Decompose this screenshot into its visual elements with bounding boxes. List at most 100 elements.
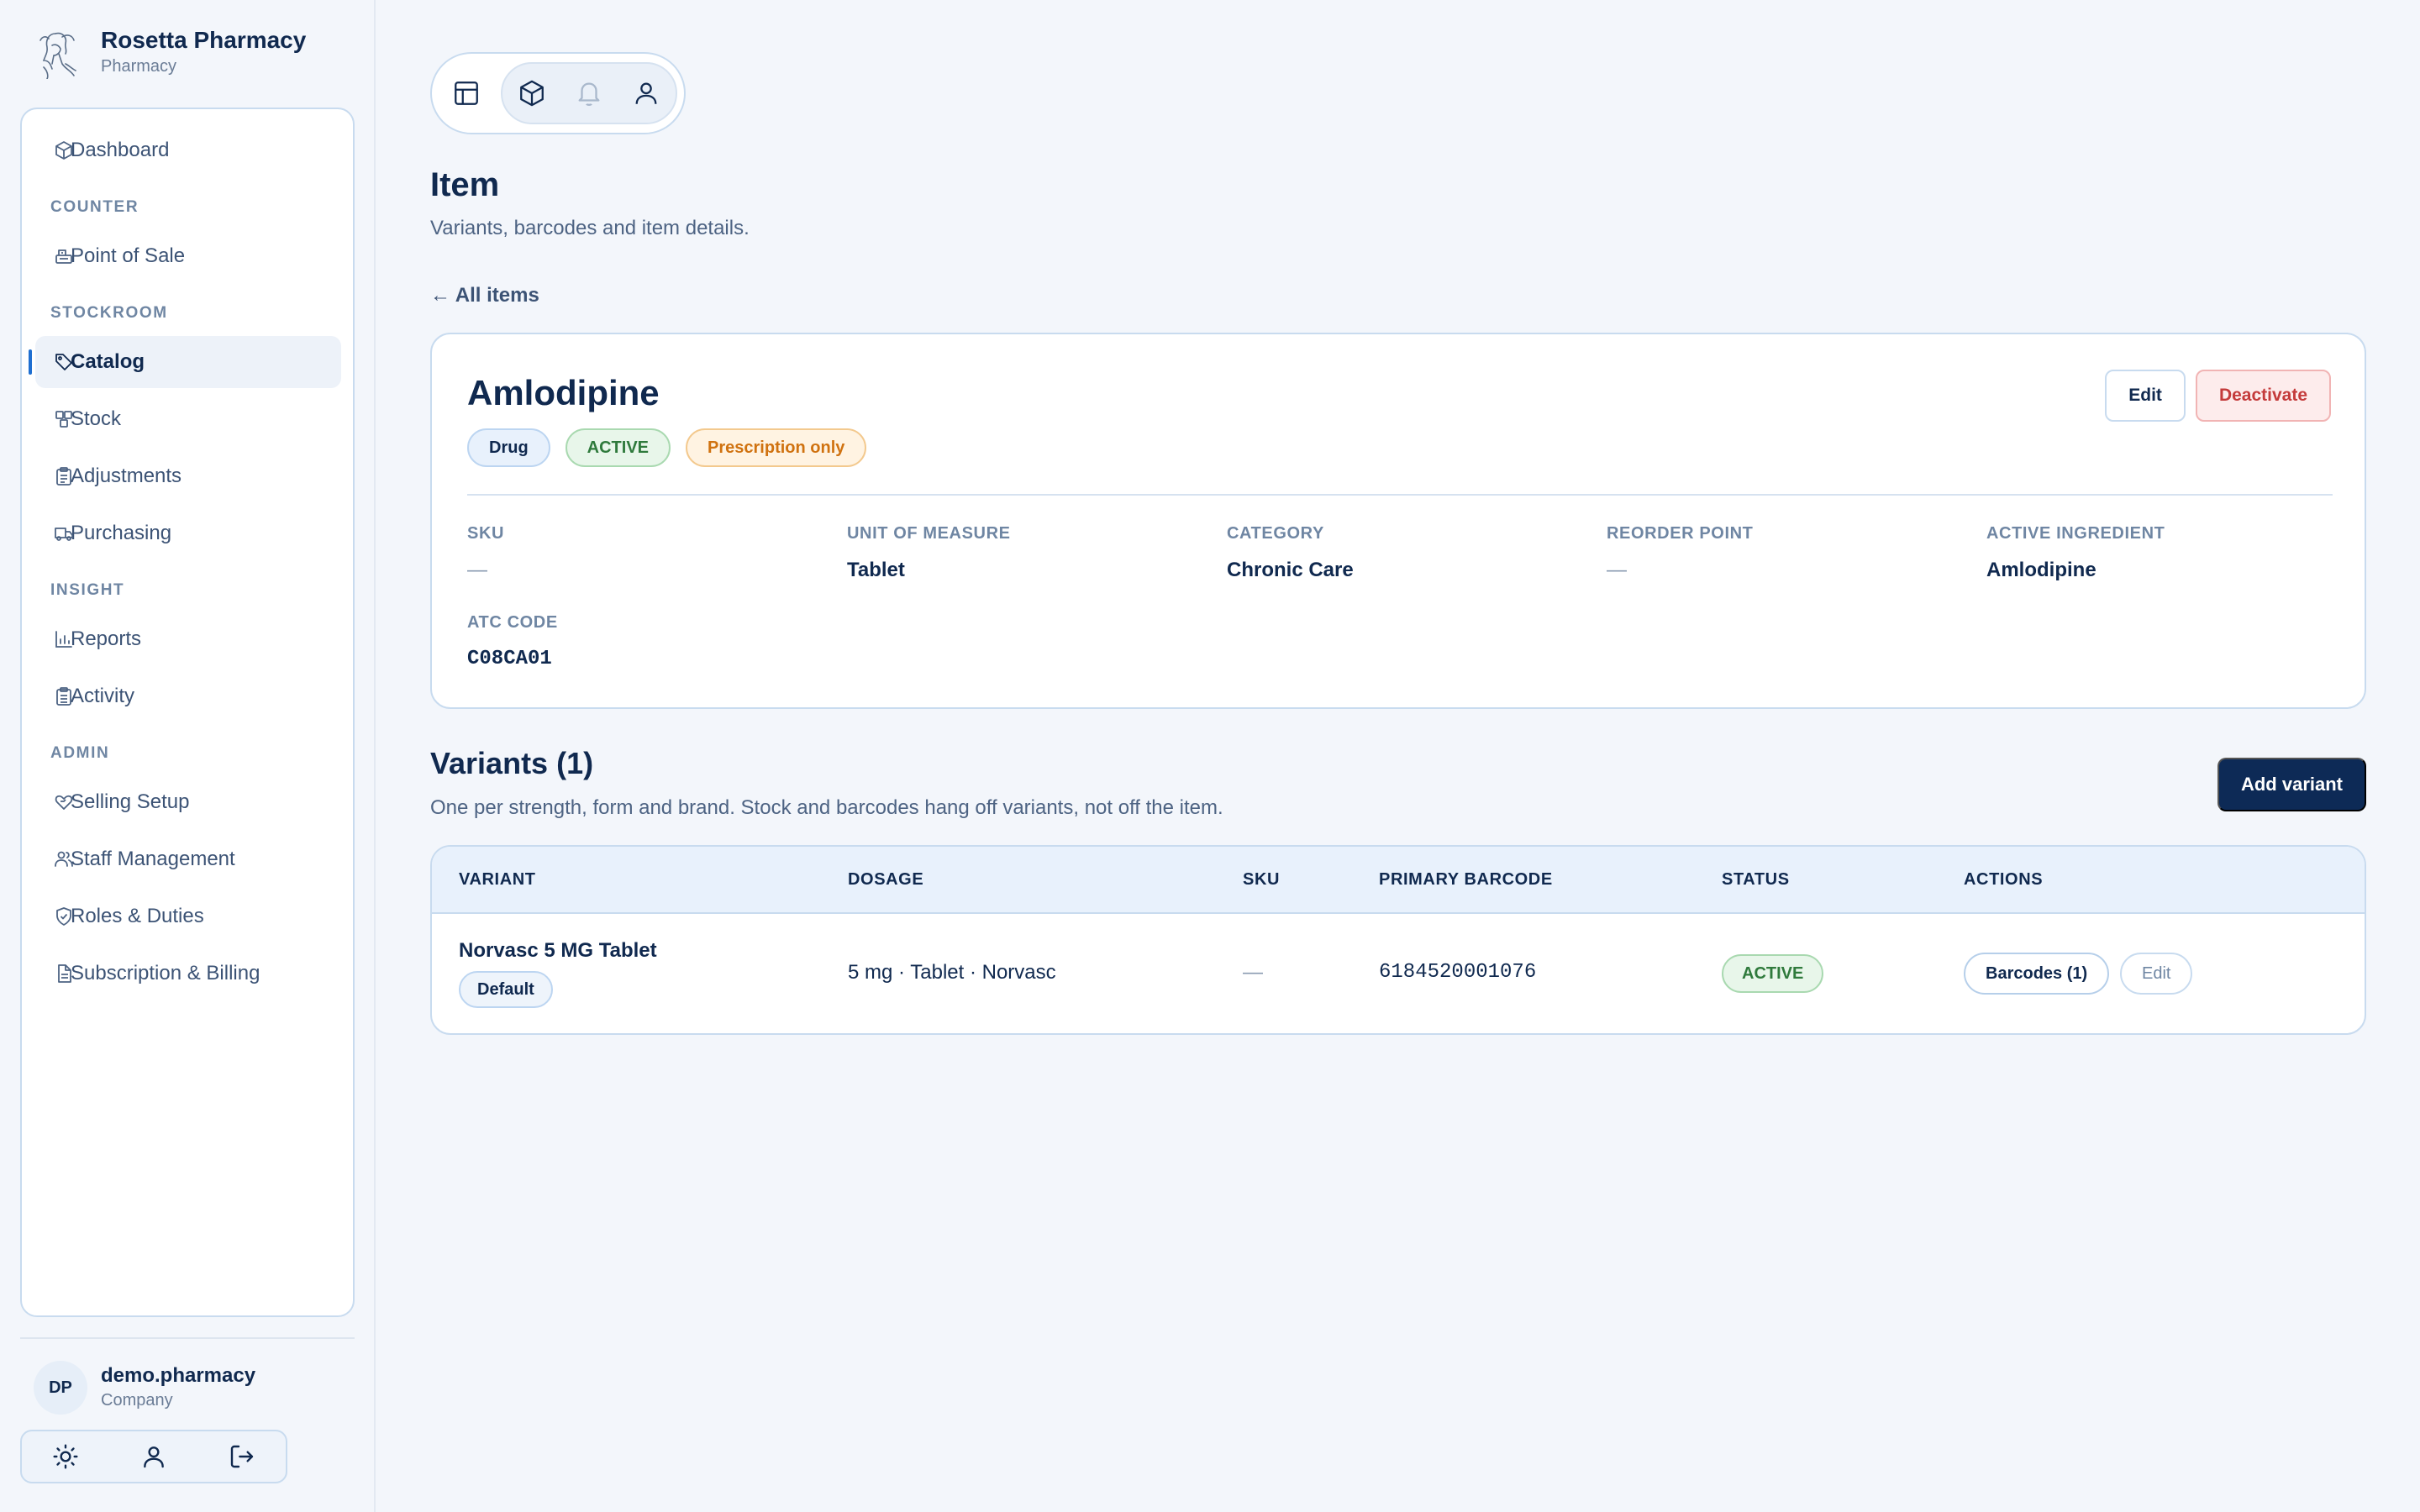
variant-name[interactable]: Norvasc 5 MG Tablet (459, 939, 657, 963)
sidebar-item-label: Activity (71, 685, 135, 707)
sidebar-item-label: Stock (71, 407, 122, 430)
variants-title: Variants (1) (430, 746, 594, 780)
users-icon (55, 851, 73, 867)
item-name: Amlodipine (467, 373, 660, 412)
column-variant: VARIANT (459, 870, 536, 889)
sidebar-item-reports[interactable]: Reports (35, 613, 341, 665)
sidebar-item-roles-duties[interactable]: Roles & Duties (35, 890, 341, 942)
section-counter: COUNTER (50, 198, 139, 216)
logout-button[interactable] (227, 1441, 257, 1472)
column-sku: SKU (1243, 870, 1281, 889)
variants-table: VARIANT DOSAGE SKU PRIMARY BARCODE STATU… (430, 845, 2366, 1035)
cube-icon (55, 141, 72, 160)
user-name: demo.pharmacy (101, 1364, 256, 1387)
page-subtitle: Variants, barcodes and item details. (430, 217, 750, 239)
sidebar-divider (20, 1337, 355, 1339)
variant-status-badge: ACTIVE (1722, 954, 1824, 993)
field-label: CATEGORY (1227, 524, 1324, 543)
add-variant-button[interactable]: Add variant (2217, 758, 2366, 811)
sidebar-item-label: Dashboard (71, 139, 170, 161)
deactivate-item-button[interactable]: Deactivate (2195, 370, 2331, 422)
logout-icon (230, 1445, 253, 1468)
sidebar-nav: Dashboard COUNTER Point of Sale STOCKROO… (20, 108, 355, 1317)
tag-heart-icon (55, 795, 73, 810)
brand-name: Rosetta Pharmacy (101, 27, 307, 53)
brand-subtitle: Pharmacy (101, 57, 177, 76)
bell-icon (578, 82, 600, 106)
barcodes-button[interactable]: Barcodes (1) (1964, 953, 2110, 995)
inventory-button[interactable] (511, 72, 553, 114)
layout-icon (455, 81, 478, 105)
theme-toggle-button[interactable] (50, 1441, 81, 1472)
user-icon (635, 82, 657, 104)
clipboard-list-icon (56, 687, 71, 706)
sidebar: Rosetta Pharmacy Pharmacy Dashboard COUN… (0, 0, 376, 1512)
field-active-ingredient: ACTIVE INGREDIENT Amlodipine (1986, 524, 2165, 582)
field-label: ACTIVE INGREDIENT (1986, 524, 2165, 543)
bar-chart-icon (55, 631, 72, 648)
sidebar-item-label: Catalog (71, 350, 145, 373)
section-insight: INSIGHT (50, 581, 125, 599)
notifications-button[interactable] (568, 72, 610, 114)
sidebar-item-label: Adjustments (71, 465, 182, 487)
variant-sku: — (1243, 961, 1263, 984)
field-label: ATC CODE (467, 613, 558, 632)
sidebar-item-point-of-sale[interactable]: Point of Sale (35, 230, 341, 282)
tag-icon (55, 354, 72, 370)
boxes-icon (55, 411, 72, 428)
column-dosage: DOSAGE (848, 870, 924, 889)
profile-button[interactable] (139, 1441, 169, 1472)
sidebar-item-catalog[interactable]: Catalog (29, 336, 341, 388)
portrait-logo (39, 32, 76, 79)
section-stockroom: STOCKROOM (50, 304, 168, 322)
sidebar-item-adjustments[interactable]: Adjustments (35, 450, 341, 502)
document-icon (58, 964, 71, 983)
sidebar-item-label: Subscription & Billing (71, 962, 260, 984)
field-value: Amlodipine (1986, 559, 2096, 581)
field-label: REORDER POINT (1607, 524, 1754, 543)
sidebar-item-label: Reports (71, 627, 142, 650)
field-reorder-point: REORDER POINT — (1607, 524, 1753, 582)
sun-icon (53, 1444, 78, 1469)
register-icon (55, 249, 72, 264)
type-badge: Drug (467, 428, 550, 467)
field-value: C08CA01 (467, 648, 552, 670)
sidebar-item-stock[interactable]: Stock (35, 393, 341, 445)
field-label: SKU (467, 524, 505, 543)
edit-item-button[interactable]: Edit (2105, 370, 2186, 422)
item-badges: Drug ACTIVE Prescription only (467, 428, 867, 467)
sidebar-item-selling-setup[interactable]: Selling Setup (35, 776, 341, 828)
sidebar-item-subscription-billing[interactable]: Subscription & Billing (35, 948, 341, 1000)
sidebar-item-staff-management[interactable]: Staff Management (35, 833, 341, 885)
default-badge: Default (459, 971, 553, 1008)
field-value: Chronic Care (1227, 559, 1354, 581)
status-badge: ACTIVE (565, 428, 671, 467)
layout-button[interactable] (445, 72, 487, 114)
variant-barcode: 6184520001076 (1379, 961, 1537, 984)
table-header: VARIANT DOSAGE SKU PRIMARY BARCODE STATU… (432, 847, 2365, 914)
prescription-badge: Prescription only (686, 428, 867, 467)
edit-variant-button[interactable]: Edit (2120, 953, 2193, 995)
item-details-card: Amlodipine Drug ACTIVE Prescription only… (430, 333, 2366, 709)
sidebar-item-label: Point of Sale (71, 244, 186, 267)
column-actions: ACTIONS (1964, 870, 2044, 889)
truck-icon (55, 528, 73, 541)
top-toolbar (430, 52, 686, 134)
user-profile[interactable]: DP demo.pharmacy Company (34, 1361, 255, 1415)
sidebar-item-purchasing[interactable]: Purchasing (35, 507, 341, 559)
sidebar-item-activity[interactable]: Activity (35, 670, 341, 722)
sidebar-item-label: Roles & Duties (71, 905, 204, 927)
back-to-all-items-link[interactable]: ← All items (430, 284, 539, 307)
user-icon (144, 1446, 164, 1468)
column-primary-barcode: PRIMARY BARCODE (1379, 870, 1553, 889)
field-value: — (1607, 559, 1627, 581)
sidebar-item-label: Purchasing (71, 522, 172, 544)
brand[interactable]: Rosetta Pharmacy Pharmacy (37, 25, 306, 79)
field-unit-of-measure: UNIT OF MEASURE Tablet (847, 524, 1011, 582)
account-button[interactable] (625, 72, 667, 114)
variants-subtitle: One per strength, form and brand. Stock … (430, 796, 1223, 819)
sidebar-item-dashboard[interactable]: Dashboard (35, 124, 341, 176)
page-title: Item (430, 166, 500, 203)
cube-icon (520, 80, 544, 107)
card-divider (467, 494, 2333, 496)
